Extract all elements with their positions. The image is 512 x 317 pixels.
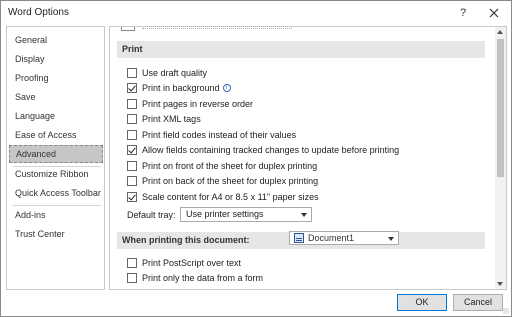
option-label: Print pages in reverse order [142,99,254,109]
default-tray-select[interactable]: Use printer settings [180,207,312,222]
option-label: Print on front of the sheet for duplex p… [142,161,318,171]
default-tray-label: Default tray: [127,210,176,220]
info-icon[interactable]: i [222,84,231,92]
option-print-postscript[interactable]: Print PostScript over text [127,257,241,269]
sidebar-item-quick-access-toolbar[interactable]: Quick Access Toolbar [9,184,103,202]
option-print-front-duplex[interactable]: Print on front of the sheet for duplex p… [127,160,317,172]
category-sidebar: General Display Proofing Save Language E… [6,26,105,290]
option-scale-content-paper[interactable]: Scale content for A4 or 8.5 x 11" paper … [127,191,319,203]
checkbox[interactable] [127,130,137,140]
resize-grip-icon[interactable] [503,308,509,314]
document-section-title: When printing this document: [122,235,250,245]
option-label: Scale content for A4 or 8.5 x 11" paper … [142,192,319,202]
option-label: Print on back of the sheet for duplex pr… [142,176,319,186]
option-print-back-duplex[interactable]: Print on back of the sheet for duplex pr… [127,175,318,187]
option-label: Allow fields containing tracked changes … [142,145,400,155]
chevron-down-icon [388,237,394,241]
sidebar-item-advanced[interactable]: Advanced [9,145,103,163]
word-options-dialog: Word Options ? General Display Proofing … [0,0,512,317]
checkbox[interactable] [127,176,137,186]
option-print-field-codes[interactable]: Print field codes instead of their value… [127,129,296,141]
close-icon [489,8,499,18]
document-select[interactable]: Document1 [289,231,399,245]
scroll-down-icon[interactable] [497,282,503,286]
option-label: Print only the data from a form [142,273,264,283]
option-print-xml-tags[interactable]: Print XML tags [127,113,201,125]
document-value: Document1 [308,233,355,243]
checkbox[interactable] [127,99,137,109]
checkbox[interactable] [127,161,137,171]
sidebar-item-display[interactable]: Display [9,50,103,68]
dialog-title: Word Options [8,7,69,18]
title-bar: Word Options ? [1,1,511,25]
options-content-pane: Print Use draft quality Print in backgro… [109,26,507,290]
sidebar-item-customize-ribbon[interactable]: Customize Ribbon [9,165,103,183]
sidebar-item-ease-of-access[interactable]: Ease of Access [9,126,103,144]
option-label: Print PostScript over text [142,258,242,268]
default-tray-value: Use printer settings [186,209,264,219]
option-print-reverse-order[interactable]: Print pages in reverse order [127,98,253,110]
partial-option-text [142,27,292,29]
checkbox[interactable] [127,83,137,93]
sidebar-item-proofing[interactable]: Proofing [9,69,103,87]
option-label: Print field codes instead of their value… [142,130,297,140]
option-print-form-data-only[interactable]: Print only the data from a form [127,272,263,284]
checkbox[interactable] [127,258,137,268]
checkbox[interactable] [127,68,137,78]
checkbox[interactable] [127,114,137,124]
vertical-scrollbar[interactable] [495,27,506,289]
sidebar-item-language[interactable]: Language [9,107,103,125]
document-section-header: When printing this document: Document1 [117,231,485,249]
option-label: Print XML tags [142,114,201,124]
scroll-thumb[interactable] [497,39,504,177]
option-allow-tracked-fields-update[interactable]: Allow fields containing tracked changes … [127,144,399,156]
cancel-button[interactable]: Cancel [453,294,503,311]
print-section-header: Print [117,41,485,58]
checkbox[interactable] [127,273,137,283]
checkbox[interactable] [127,145,137,155]
option-label: Use draft quality [142,68,208,78]
chevron-down-icon [301,213,307,217]
help-button[interactable]: ? [453,3,473,23]
partial-checkbox [121,27,135,31]
sidebar-item-trust-center[interactable]: Trust Center [9,225,103,243]
option-print-in-background[interactable]: Print in background i [127,82,231,94]
option-use-draft-quality[interactable]: Use draft quality [127,67,207,79]
ok-button[interactable]: OK [397,294,447,311]
scroll-up-icon[interactable] [497,30,503,34]
sidebar-item-general[interactable]: General [9,31,103,49]
word-document-icon [294,233,304,243]
close-button[interactable] [481,3,507,23]
sidebar-item-save[interactable]: Save [9,88,103,106]
sidebar-item-add-ins[interactable]: Add-ins [9,206,103,224]
option-label: Print in background [142,83,220,93]
checkbox[interactable] [127,192,137,202]
